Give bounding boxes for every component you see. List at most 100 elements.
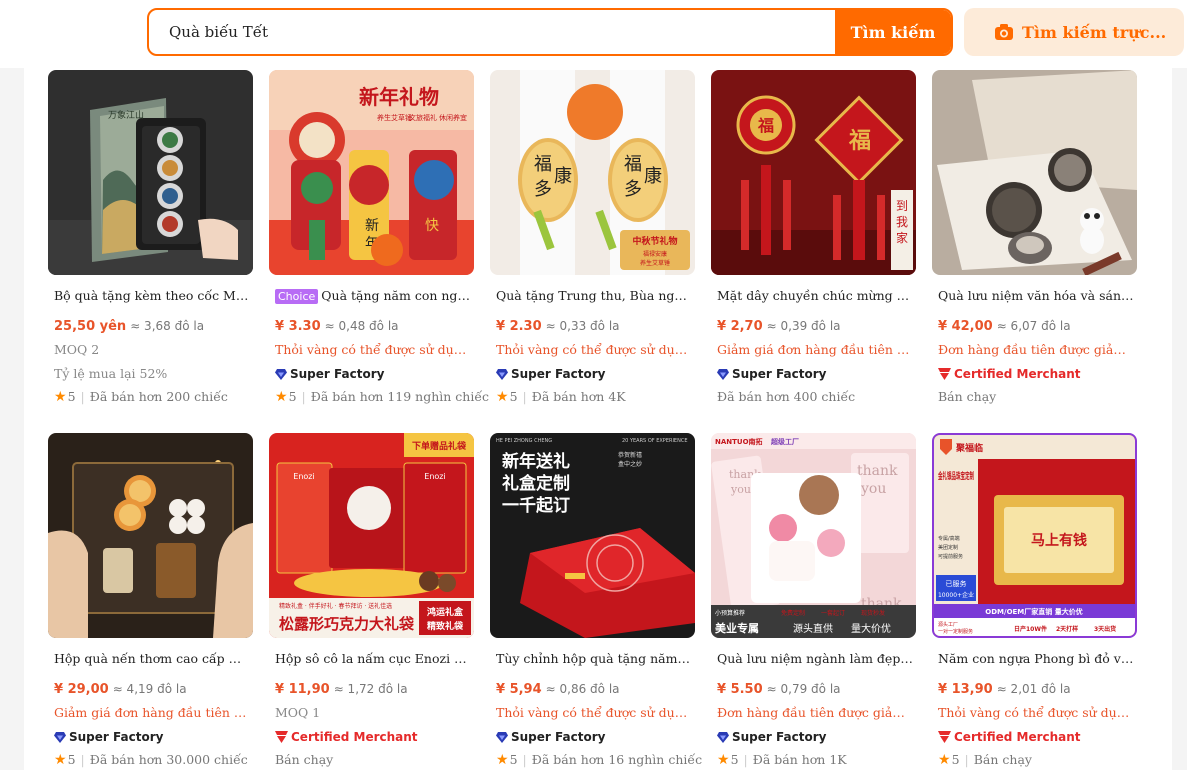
image-heading: 一千起订 — [502, 495, 570, 516]
image-caption: 中秋节礼物 — [632, 235, 677, 247]
camera-icon — [995, 24, 1013, 40]
search-button[interactable]: Tìm kiếm — [835, 10, 951, 54]
product-title[interactable]: Quà lưu niệm văn hóa và sáng t... — [938, 287, 1134, 304]
image-tag: 小预算推荐 — [715, 609, 745, 617]
rating: 5 — [67, 389, 76, 404]
divider: | — [522, 389, 527, 404]
product-image[interactable]: 福 福 到 我 家 — [711, 70, 916, 275]
product-title[interactable]: Mặt dây chuyền chúc mừng nă... — [717, 287, 913, 304]
star-icon: ★ — [496, 389, 509, 405]
sold-count: Đã bán hơn 1K — [752, 752, 847, 767]
star-icon: ★ — [496, 752, 509, 768]
product-card[interactable]: HE PEI ZHONG CHENG 20 YEARS OF EXPERIENC… — [490, 433, 702, 768]
moq-label: MOQ 2 — [54, 342, 100, 357]
product-image[interactable]: 万象江山 — [48, 70, 253, 275]
price-line: ¥ 2,70 ≈ 0,39 đô la — [717, 317, 916, 335]
sold-count: Đã bán hơn 400 chiếc — [717, 389, 856, 404]
diamond-icon — [717, 368, 729, 380]
image-tag: 20 YEARS OF EXPERIENCE — [622, 438, 687, 444]
image-banner: ODM/OEM厂家直销 量大价优 — [985, 607, 1082, 616]
product-card[interactable]: 新年礼物 养生艾草锤 文旅福礼 休闲养宜 新 年 快 Choice Quà tặn… — [269, 70, 489, 405]
approx-price: ≈ 6,07 đô la — [996, 319, 1071, 333]
approx-price: ≈ 0,33 đô la — [545, 319, 620, 333]
image-script: you — [860, 481, 886, 497]
sales-info: Đã bán hơn 400 chiếc — [717, 389, 916, 405]
image-tag: 2天打样 — [1056, 625, 1078, 633]
price-line: ¥ 5.50 ≈ 0,79 đô la — [717, 680, 916, 698]
image-char: 康 — [644, 166, 662, 187]
image-tag: 一套起订 — [821, 609, 845, 617]
promo-label: Thỏi vàng có thể được sử dụng... — [275, 342, 469, 357]
moq-label: MOQ 1 — [275, 705, 321, 720]
product-card[interactable]: 福 多 康 福 多 康 中秋节礼物 福禄安康 养生艾草锤 Quà tặng Tr… — [490, 70, 695, 405]
product-image[interactable]: 新年礼物 养生艾草锤 文旅福礼 休闲养宜 新 年 快 — [269, 70, 474, 275]
product-image[interactable] — [932, 70, 1137, 275]
product-image[interactable]: HE PEI ZHONG CHENG 20 YEARS OF EXPERIENC… — [490, 433, 695, 638]
price-line: ¥ 11,90 ≈ 1,72 đô la — [275, 680, 474, 698]
choice-badge: Choice — [275, 289, 319, 304]
image-tag: 文旅福礼 — [409, 113, 437, 122]
product-title[interactable]: Bộ quà tặng kèm theo cốc Mast... — [54, 287, 250, 304]
badge-text: Super Factory — [511, 367, 606, 381]
product-card[interactable]: 聚福临 金礼银品珠宝定制 专属/高端 美团定制 可提前服务 已服务 10000+… — [932, 433, 1137, 768]
product-title[interactable]: Choice Quà tặng năm con ngựa... — [275, 287, 471, 304]
super-factory-badge: Super Factory — [496, 729, 695, 745]
product-image[interactable]: NANTUO南拓 超级工厂 thank you thank you thank … — [711, 433, 916, 638]
image-brand: NANTUO南拓 — [715, 437, 763, 446]
image-char: 快 — [425, 218, 439, 234]
image-tag: 3天出货 — [1094, 625, 1116, 633]
image-heading: 新年礼物 — [359, 85, 439, 109]
badge-text: Super Factory — [732, 367, 827, 381]
divider: | — [80, 752, 85, 767]
repurchase-rate: Tỷ lệ mua lại 52% — [54, 366, 253, 382]
image-brand: Enozi — [293, 472, 314, 481]
image-heading: 松露形巧克力大礼袋 — [279, 615, 415, 633]
product-card[interactable]: NANTUO南拓 超级工厂 thank you thank you thank … — [711, 433, 916, 768]
product-image[interactable]: 下单赠品礼袋 Enozi Enozi 精致礼盒 · 伴手好礼 · 春节拜访 · … — [269, 433, 474, 638]
product-image[interactable]: 聚福临 金礼银品珠宝定制 专属/高端 美团定制 可提前服务 已服务 10000+… — [932, 433, 1137, 638]
product-card[interactable]: 福 福 到 我 家 Mặt dây chuyền chúc mừng nă...… — [711, 70, 916, 405]
badge-text: Certified Merchant — [954, 730, 1081, 744]
product-title[interactable]: Quà lưu niệm ngành làm đẹp, ... — [717, 650, 913, 667]
image-tag: 盒中之妙 — [618, 460, 642, 468]
price: ¥ 11,90 — [275, 682, 330, 697]
badge-text: Super Factory — [732, 730, 827, 744]
sold-count: Đã bán hơn 119 nghìn chiếc — [310, 389, 490, 404]
search-input[interactable] — [149, 10, 835, 54]
image-char: 家 — [896, 230, 908, 245]
image-char: 多 — [624, 179, 642, 200]
price: ¥ 3.30 — [275, 319, 321, 334]
price: ¥ 42,00 — [938, 319, 993, 334]
price: ¥ 2,70 — [717, 319, 763, 334]
image-tag: 10000+企业 — [938, 591, 974, 599]
product-card[interactable]: 万象江山 Bộ quà tặng kèm theo cốc Mast... 25… — [48, 70, 253, 405]
product-card[interactable]: 下单赠品礼袋 Enozi Enozi 精致礼盒 · 伴手好礼 · 春节拜访 · … — [269, 433, 474, 768]
promo-label: Thỏi vàng có thể được sử dụng... — [496, 342, 690, 357]
image-search-label: Tìm kiếm trực... — [1022, 22, 1167, 42]
image-tag: 日产10W件 — [1014, 625, 1047, 633]
sales-info: ★ 5 | Đã bán hơn 4K — [496, 389, 695, 405]
image-tag: 精致礼袋 — [427, 620, 464, 632]
product-title[interactable]: Quà tặng Trung thu, Bùa ngải c... — [496, 287, 692, 304]
sales-info: ★ 5 | Đã bán hơn 200 chiếc — [54, 389, 253, 405]
product-title[interactable]: Năm con ngựa Phong bì đỏ vàn... — [938, 650, 1134, 667]
image-script: thank — [857, 463, 898, 479]
product-card[interactable]: Hộp quà nến thơm cao cấp Giá... ¥ 29,00 … — [48, 433, 253, 768]
image-tag: 休闲养宜 — [439, 113, 467, 122]
product-image[interactable] — [48, 433, 253, 638]
product-title[interactable]: Hộp quà nến thơm cao cấp Giá... — [54, 650, 250, 667]
product-image[interactable]: 福 多 康 福 多 康 中秋节礼物 福禄安康 养生艾草锤 — [490, 70, 695, 275]
sales-info: ★ 5 | Đã bán hơn 1K — [717, 752, 916, 768]
price: ¥ 5.50 — [717, 682, 763, 697]
star-icon: ★ — [717, 752, 730, 768]
sales-info: Bán chạy — [938, 389, 1137, 405]
super-factory-badge: Super Factory — [717, 366, 916, 382]
product-card[interactable]: Quà lưu niệm văn hóa và sáng t... ¥ 42,0… — [932, 70, 1137, 405]
price-line: ¥ 3.30 ≈ 0,48 đô la — [275, 317, 474, 335]
image-caption: 福禄安康 — [643, 250, 667, 258]
product-title[interactable]: Hộp sô cô la nấm cục Enozi Tú... — [275, 650, 471, 667]
image-tag: 美团定制 — [938, 544, 958, 551]
image-heading: 新年送礼 — [502, 451, 570, 472]
image-search-button[interactable]: Tìm kiếm trực... — [964, 8, 1184, 56]
product-title[interactable]: Tùy chỉnh hộp quà tặng năm m... — [496, 650, 692, 667]
